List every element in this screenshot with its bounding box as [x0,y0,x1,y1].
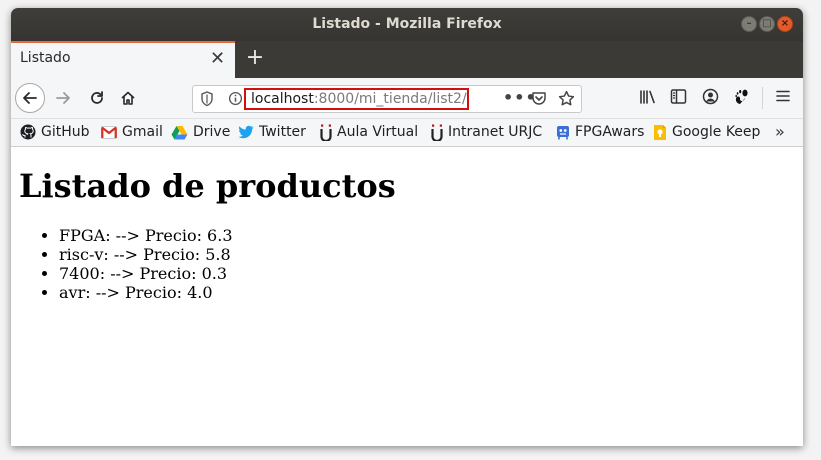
bookmark-fpgawars[interactable]: FPGAwars [556,122,644,142]
page-heading: Listado de productos [19,167,396,205]
minimize-button[interactable]: – [741,16,757,32]
home-icon [121,91,135,105]
product-list: FPGA: --> Precio: 6.3 risc-v: --> Precio… [19,226,233,302]
window-title: Listado - Mozilla Firefox [312,16,502,32]
page-content: Listado de productos FPGA: --> Precio: 6… [11,147,803,446]
bookmark-label: GitHub [41,124,90,140]
bookmark-gmail[interactable]: Gmail [101,122,163,142]
github-icon [20,124,36,140]
site-info-icon[interactable] [228,91,243,106]
gmail-icon [101,125,117,139]
bookmark-label: Twitter [259,124,306,140]
bookmark-github[interactable]: GitHub [20,122,90,142]
keep-icon [653,124,667,141]
tab-listado[interactable]: Listado ✕ [11,41,235,78]
list-item: risc-v: --> Precio: 5.8 [59,245,233,264]
home-button[interactable] [114,84,142,112]
maximize-button[interactable]: □ [759,16,775,32]
tab-label: Listado [20,50,71,66]
tab-close-icon[interactable]: ✕ [210,48,225,69]
new-tab-button[interactable]: + [243,45,267,71]
title-bar: Listado - Mozilla Firefox – □ × [11,8,803,41]
bookmark-label: Google Keep [672,124,761,140]
bookmark-star-icon[interactable] [558,90,575,107]
browser-window: Listado - Mozilla Firefox – □ × Listado … [11,8,803,446]
twitter-icon [238,125,254,139]
bookmark-label: Drive [193,124,231,140]
url-bar[interactable]: localhost:8000/mi_tienda/list2/ ••• [192,85,582,113]
bookmark-twitter[interactable]: Twitter [238,122,306,142]
url-text[interactable]: localhost:8000/mi_tienda/list2/ [251,91,467,107]
forward-arrow-icon [56,92,70,104]
back-arrow-icon [23,92,37,104]
bookmark-label: FPGAwars [575,124,645,140]
drive-icon [171,125,188,140]
url-highlight-box[interactable]: localhost:8000/mi_tienda/list2/ [244,88,469,110]
account-icon[interactable] [702,88,719,105]
list-item: 7400: --> Precio: 0.3 [59,264,233,283]
bookmark-label: Aula Virtual [337,124,419,140]
toolbar-separator [762,87,763,109]
tab-strip: Listado ✕ + [11,41,803,78]
bookmarks-overflow-chevron-icon[interactable]: » [775,122,785,141]
url-host: localhost [251,91,314,107]
sidebar-icon[interactable] [670,88,687,105]
gnome-extension-icon[interactable] [733,88,751,106]
fpgawars-icon [556,125,570,140]
hamburger-menu-icon[interactable] [775,88,791,104]
bookmark-label: Gmail [122,124,163,140]
tracking-shield-icon[interactable] [200,91,214,107]
pocket-icon[interactable] [531,91,547,106]
reload-button[interactable] [83,84,111,112]
bookmarks-toolbar: GitHub Gmail Drive Twitter Aula Virtual [11,119,803,147]
back-button[interactable] [15,83,45,113]
library-icon[interactable] [639,88,657,106]
bookmark-intranet-urjc[interactable]: Intranet URJC [431,122,542,142]
reload-icon [91,91,103,104]
urjc-icon [320,124,332,141]
nav-bar: localhost:8000/mi_tienda/list2/ ••• [11,78,803,119]
bookmark-aula-virtual[interactable]: Aula Virtual [320,122,418,142]
bookmark-google-keep[interactable]: Google Keep [653,122,760,142]
bookmark-drive[interactable]: Drive [171,122,230,142]
close-window-button[interactable]: × [777,16,793,32]
forward-button[interactable] [49,84,77,112]
url-path: :8000/mi_tienda/list2/ [313,91,467,107]
bookmark-label: Intranet URJC [448,124,543,140]
list-item: avr: --> Precio: 4.0 [59,283,233,302]
list-item: FPGA: --> Precio: 6.3 [59,226,233,245]
urjc-icon [431,124,443,141]
